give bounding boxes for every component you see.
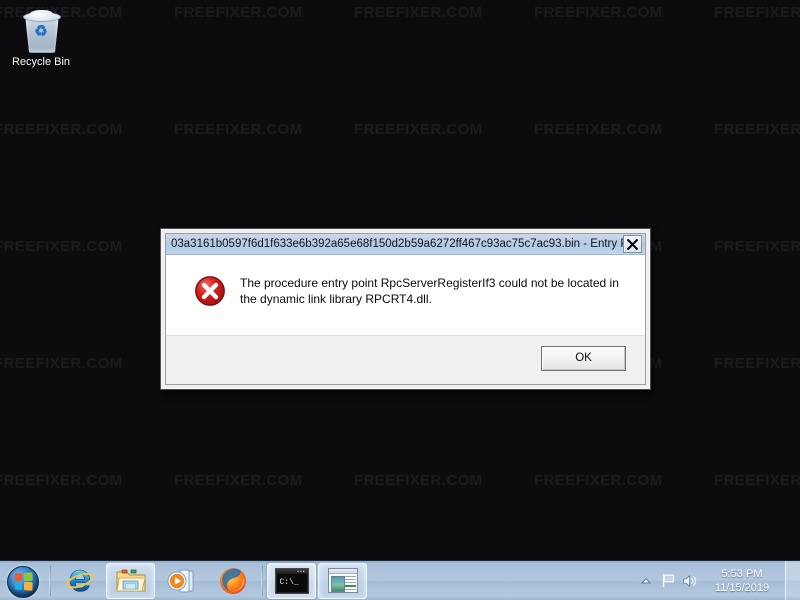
command-prompt-icon: ▪▪▪ C:\_: [274, 567, 309, 594]
taskbar-divider: [261, 565, 263, 596]
error-dialog[interactable]: 03a3161b0597f6d1f633e6b392a65e68f150d2b5…: [160, 228, 651, 390]
desktop-icon-recycle-bin[interactable]: ♻ Recycle Bin: [6, 8, 76, 69]
error-icon: [194, 275, 226, 307]
windows-flag-icon: [14, 571, 33, 591]
watermark: FREEFIXER.COM: [0, 121, 123, 138]
application-window-icon: [327, 568, 358, 593]
taskbar-item-application-window[interactable]: [318, 562, 367, 599]
watermark: FREEFIXER.COM: [174, 472, 303, 489]
start-button[interactable]: [2, 563, 46, 599]
show-desktop-button[interactable]: [785, 561, 800, 600]
taskbar-item-windows-explorer[interactable]: [106, 562, 155, 599]
watermark: FREEFIXER.COM: [534, 472, 663, 489]
system-tray: 5:53 PM 11/15/2019: [635, 561, 800, 600]
desktop-icon-label: Recycle Bin: [11, 56, 71, 68]
dialog-title-bar[interactable]: 03a3161b0597f6d1f633e6b392a65e68f150d2b5…: [166, 234, 645, 255]
watermark: FREEFIXER.COM: [0, 238, 123, 255]
taskbar-item-internet-explorer[interactable]: [55, 563, 104, 599]
watermark: FREEFIXER.COM: [714, 472, 800, 489]
dialog-body: The procedure entry point RpcServerRegis…: [166, 255, 645, 335]
dialog-message: The procedure entry point RpcServerRegis…: [240, 276, 619, 306]
taskbar-item-command-prompt[interactable]: ▪▪▪ C:\_: [267, 562, 316, 599]
ok-button[interactable]: OK: [541, 346, 626, 371]
taskbar-divider: [49, 565, 51, 596]
taskbar-item-firefox[interactable]: [208, 563, 257, 599]
watermark: FREEFIXER.COM: [354, 121, 483, 138]
action-center-flag-icon[interactable]: [657, 566, 679, 596]
volume-speaker-icon[interactable]: [679, 566, 701, 596]
watermark: FREEFIXER.COM: [534, 121, 663, 138]
watermark: FREEFIXER.COM: [714, 355, 800, 372]
watermark: FREEFIXER.COM: [0, 472, 123, 489]
dialog-title: 03a3161b0597f6d1f633e6b392a65e68f150d2b5…: [171, 238, 623, 250]
recycle-bin-icon: ♻: [20, 8, 62, 53]
close-icon[interactable]: [623, 235, 642, 253]
watermark: FREEFIXER.COM: [0, 355, 123, 372]
clock-time: 5:53 PM: [721, 567, 763, 580]
watermark: FREEFIXER.COM: [354, 4, 483, 21]
taskbar: ▪▪▪ C:\_ 5:53 PM 11/15/2019: [0, 560, 800, 600]
taskbar-item-windows-media-player[interactable]: [157, 563, 206, 599]
watermark: FREEFIXER.COM: [174, 4, 303, 21]
screen: FREEFIXER.COM FREEFIXER.COM FREEFIXER.COM F…: [0, 0, 800, 600]
watermark: FREEFIXER.COM: [534, 4, 663, 21]
watermark: FREEFIXER.COM: [714, 238, 800, 255]
watermark: FREEFIXER.COM: [714, 121, 800, 138]
folder-icon: [115, 567, 147, 595]
dialog-footer: OK: [166, 335, 645, 384]
clock[interactable]: 5:53 PM 11/15/2019: [701, 567, 783, 595]
internet-explorer-icon: [65, 566, 95, 596]
chevron-up-icon[interactable]: [635, 566, 657, 596]
watermark: FREEFIXER.COM: [354, 472, 483, 489]
watermark: FREEFIXER.COM: [174, 121, 303, 138]
media-player-icon: [166, 567, 197, 595]
dialog-frame: 03a3161b0597f6d1f633e6b392a65e68f150d2b5…: [165, 233, 646, 385]
clock-date: 11/15/2019: [714, 581, 770, 594]
firefox-icon: [218, 566, 248, 596]
watermark: FREEFIXER.COM: [714, 4, 800, 21]
